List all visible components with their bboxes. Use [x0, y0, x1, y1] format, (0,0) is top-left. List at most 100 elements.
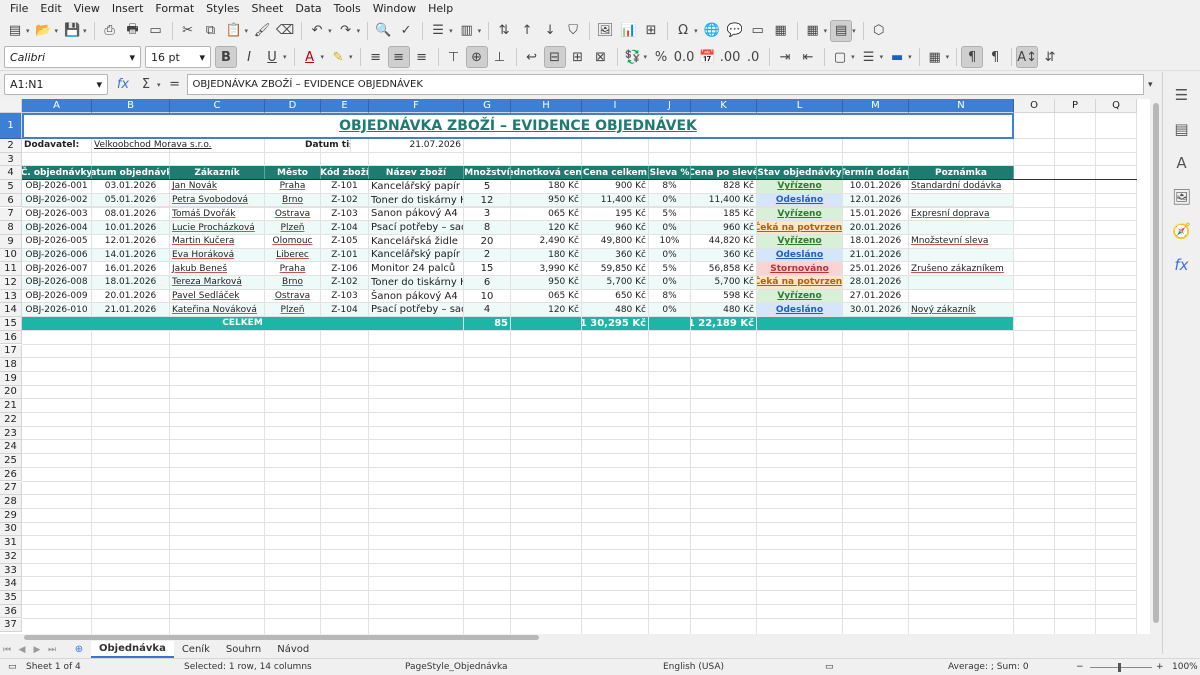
table-header-cell[interactable]: Město — [265, 166, 321, 181]
row-header-36[interactable]: 36 — [0, 604, 22, 619]
row-header-17[interactable]: 17 — [0, 344, 22, 359]
total-empty[interactable] — [511, 317, 582, 331]
comment-icon[interactable]: 💬 — [724, 20, 746, 42]
row-header-34[interactable]: 34 — [0, 577, 22, 592]
table-cell[interactable]: 8% — [649, 180, 691, 194]
table-cell[interactable]: 900 Kč — [582, 180, 649, 194]
row-header-15[interactable]: 15 — [0, 317, 22, 331]
column-header-p[interactable]: P — [1055, 99, 1096, 113]
styles-icon[interactable]: A — [1171, 152, 1193, 174]
print-date[interactable]: 21.07.2026 — [369, 139, 464, 153]
table-cell[interactable]: Praha — [265, 262, 321, 276]
border-style-icon[interactable]: ☰ — [858, 46, 880, 68]
table-cell[interactable]: Psací potřeby – sada — [369, 303, 464, 318]
table-header-cell[interactable]: Kód zboží — [321, 166, 369, 181]
save-icon[interactable]: 💾 — [61, 20, 83, 42]
table-cell[interactable]: 12.01.2026 — [92, 234, 170, 249]
redo-icon[interactable]: ↷ — [335, 20, 357, 42]
zoom-slider-handle[interactable] — [1118, 663, 1121, 672]
table-cell[interactable]: Petra Svobodová — [170, 193, 265, 208]
table-cell[interactable]: 49,800 Kč — [582, 234, 649, 249]
row-header-2[interactable]: 2 — [0, 139, 22, 153]
table-cell[interactable]: 5,700 Kč — [582, 276, 649, 290]
table-header-cell[interactable]: Cena celkem — [582, 166, 649, 181]
table-cell[interactable]: 15.01.2026 — [843, 207, 909, 222]
table-cell[interactable]: OBJ-2026-006 — [22, 248, 92, 263]
open-folder-icon[interactable]: 📂 — [33, 20, 55, 42]
decrease-indent-icon[interactable]: ⇤ — [797, 46, 819, 68]
table-cell[interactable]: 25.01.2026 — [843, 262, 909, 276]
table-cell[interactable]: Kateřina Nováková — [170, 303, 265, 318]
row-header-7[interactable]: 7 — [0, 207, 22, 222]
row-header-32[interactable]: 32 — [0, 550, 22, 564]
horizontal-scroll-thumb[interactable] — [24, 635, 539, 640]
row-icon[interactable]: ☰ — [427, 20, 449, 42]
total-empty[interactable] — [649, 317, 691, 331]
table-cell[interactable]: 5% — [649, 262, 691, 276]
total-empty[interactable] — [757, 317, 1014, 331]
row-header-23[interactable]: 23 — [0, 426, 22, 441]
column-header-b[interactable]: B — [92, 99, 170, 113]
table-cell[interactable]: Martin Kučera — [170, 234, 265, 249]
table-cell[interactable]: Nový zákazník — [909, 303, 1014, 318]
table-header-cell[interactable]: Termín dodání — [843, 166, 909, 181]
border-color-icon[interactable]: ▬ — [886, 46, 908, 68]
currency-format-icon[interactable]: 💱 — [622, 46, 644, 68]
table-cell[interactable]: 950 Kč — [511, 193, 582, 208]
column-header-f[interactable]: F — [369, 99, 464, 113]
menu-edit[interactable]: Edit — [34, 2, 67, 15]
row-header-12[interactable]: 12 — [0, 276, 22, 290]
table-cell[interactable]: OBJ-2026-007 — [22, 262, 92, 276]
table-cell[interactable]: OBJ-2026-002 — [22, 193, 92, 208]
print-date-label[interactable]: Datum tisku: — [303, 139, 351, 153]
new-document-icon[interactable]: ▤ — [4, 20, 26, 42]
sheet-tab[interactable]: Souhrn — [218, 641, 269, 658]
row-header-30[interactable]: 30 — [0, 522, 22, 537]
vertical-text-icon[interactable]: ⇵ — [1039, 46, 1061, 68]
column-header-m[interactable]: M — [843, 99, 909, 113]
table-cell[interactable]: Eva Horáková — [170, 248, 265, 263]
sum-icon[interactable]: Σ — [135, 74, 157, 96]
table-cell[interactable]: 195 Kč — [582, 207, 649, 222]
table-cell[interactable]: 950 Kč — [511, 276, 582, 290]
table-cell[interactable]: Vyřízeno — [757, 289, 843, 304]
table-cell[interactable]: Ostrava — [265, 207, 321, 222]
sort-descending-icon[interactable]: ↓ — [539, 20, 561, 42]
split-window-icon[interactable]: ▤ — [830, 19, 853, 42]
table-cell[interactable]: Stornováno — [757, 262, 843, 276]
table-cell[interactable]: Standardní dodávka — [909, 180, 1014, 194]
table-cell[interactable]: 21.01.2026 — [843, 248, 909, 263]
select-all-corner[interactable] — [0, 99, 22, 113]
row-header-1[interactable]: 1 — [0, 113, 22, 139]
row-header-31[interactable]: 31 — [0, 536, 22, 550]
table-cell[interactable]: Z-101 — [321, 248, 369, 263]
table-cell[interactable]: 180 Kč — [511, 248, 582, 263]
menu-data[interactable]: Data — [289, 2, 327, 15]
delete-decimal-icon[interactable]: .0 — [742, 46, 764, 68]
row-header-27[interactable]: 27 — [0, 481, 22, 496]
column-header-n[interactable]: N — [909, 99, 1014, 113]
row-header-3[interactable]: 3 — [0, 152, 22, 167]
table-cell[interactable]: 18.01.2026 — [92, 276, 170, 290]
table-cell[interactable]: 11,400 Kč — [691, 193, 757, 208]
table-cell[interactable]: 960 Kč — [582, 221, 649, 235]
date-format-icon[interactable]: 📅 — [696, 46, 718, 68]
zoom-in-icon[interactable]: + — [1156, 662, 1164, 672]
clone-formatting-icon[interactable]: 🖌 — [251, 20, 273, 42]
table-cell[interactable]: 21.01.2026 — [92, 303, 170, 318]
table-cell[interactable]: 5% — [649, 207, 691, 222]
number-format-icon[interactable]: 0.0 — [673, 46, 695, 68]
row-header-4[interactable]: 4 — [0, 166, 22, 181]
row-header-5[interactable]: 5 — [0, 180, 22, 194]
special-character-icon[interactable]: Ω — [672, 20, 694, 42]
table-cell[interactable]: Množstevní sleva — [909, 234, 1014, 249]
merge-center-icon[interactable]: ⊟ — [543, 46, 566, 68]
table-cell[interactable]: Pavel Sedláček — [170, 289, 265, 304]
table-header-cell[interactable]: Zákazník — [170, 166, 265, 181]
sort-icon[interactable]: ⇅ — [493, 20, 515, 42]
table-header-cell[interactable]: Č. objednávky — [22, 166, 92, 181]
table-cell[interactable] — [909, 289, 1014, 304]
table-cell[interactable]: Ostrava — [265, 289, 321, 304]
table-cell[interactable]: OBJ-2026-008 — [22, 276, 92, 290]
row-header-18[interactable]: 18 — [0, 358, 22, 372]
